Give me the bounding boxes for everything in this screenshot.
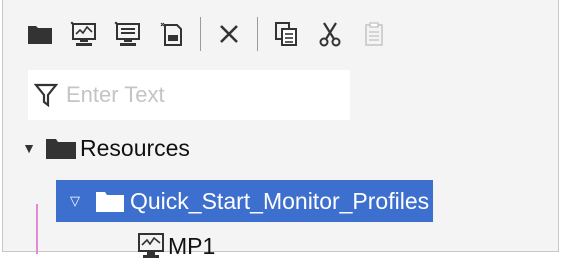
new-monitor-list-button[interactable] [106, 12, 150, 56]
folder-icon [28, 26, 52, 44]
new-monitor-button[interactable] [62, 12, 106, 56]
monitor-star-icon [70, 21, 96, 46]
tree-item-label: Resources [80, 134, 190, 161]
tree-item-label: MP1 [168, 232, 216, 259]
document-star-icon [160, 22, 182, 46]
toolbar-separator [200, 17, 201, 51]
new-template-button[interactable] [150, 12, 194, 56]
filter-input[interactable] [64, 81, 338, 109]
paste-button[interactable] [352, 12, 396, 56]
tree-guide-line [36, 204, 38, 254]
close-icon [220, 25, 238, 43]
tree-item-mp1[interactable]: MP1 [136, 224, 215, 268]
tree-item-resources[interactable]: ▼ Resources [18, 126, 190, 170]
filter-icon[interactable] [28, 70, 64, 120]
tree-item-quick-start-monitor-profiles[interactable]: ▽ Quick_Start_Monitor_Profiles [56, 179, 434, 223]
new-folder-button[interactable] [18, 12, 62, 56]
filter-box [28, 70, 350, 120]
panel-scroll-strip [512, 0, 558, 251]
expand-triangle-icon[interactable]: ▼ [18, 126, 40, 170]
scissors-icon [319, 22, 341, 47]
monitor-icon [138, 233, 164, 258]
folder-open-icon [96, 192, 124, 212]
expand-triangle-icon[interactable]: ▽ [56, 179, 94, 223]
monitor-list-icon [114, 21, 140, 46]
clipboard-icon [365, 22, 383, 46]
folder-icon [46, 139, 76, 159]
delete-button[interactable] [207, 12, 251, 56]
toolbar [18, 12, 396, 56]
cut-button[interactable] [308, 12, 352, 56]
tree-item-label: Quick_Start_Monitor_Profiles [130, 187, 430, 214]
toolbar-separator [257, 17, 258, 51]
copy-button[interactable] [264, 12, 308, 56]
copy-icon [275, 22, 297, 46]
